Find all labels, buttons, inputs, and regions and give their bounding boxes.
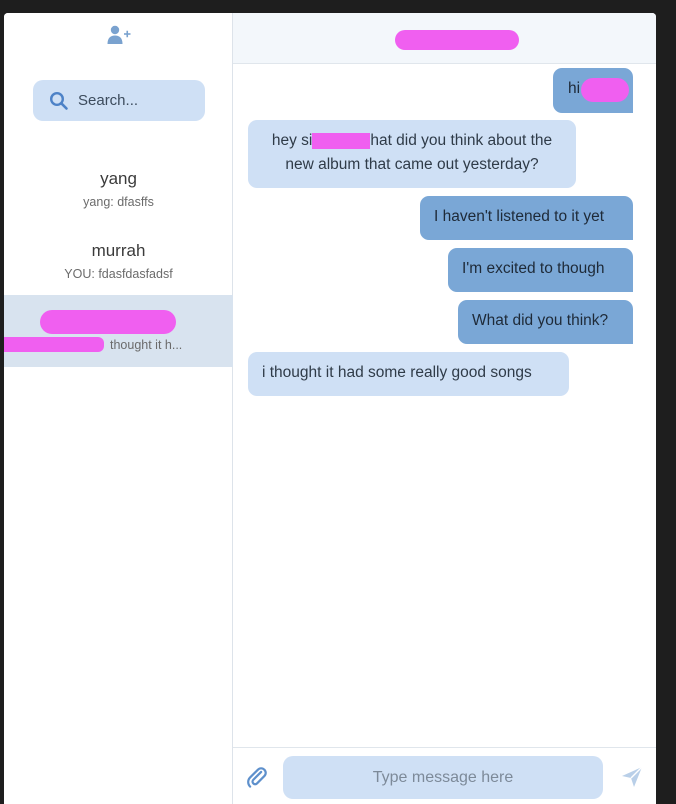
message-text: hi [568,80,581,97]
redaction-mark [40,310,176,334]
redaction-mark [312,132,371,149]
chat-window: yang yang: dfasffs murrah YOU: fdasfdasf… [4,13,656,804]
conversation-item-active[interactable]: thought it h... [4,295,233,367]
search-box[interactable] [33,80,205,121]
message-received: hey si hat did you think about the new al… [248,120,576,188]
message-text: I'm excited to though [462,260,605,277]
sidebar: yang yang: dfasffs murrah YOU: fdasfdasf… [4,13,233,804]
message-text: I haven't listened to it yet [434,208,605,225]
message-text: What did you think? [472,312,609,329]
message-text: new album that came out yesterday? [285,156,539,173]
message-received: i thought it had some really good songs [248,352,569,396]
search-input[interactable] [78,92,188,109]
message-text-line: hey si hat did you think about the [256,129,568,153]
conversation-name: murrah [91,241,146,260]
redaction-mark [4,337,104,352]
search-icon [49,91,68,110]
redaction-mark [581,78,629,102]
add-user-icon[interactable] [107,25,131,45]
message-input[interactable] [283,756,603,799]
redaction-mark [395,30,519,50]
conversation-preview: YOU: fdasfdasfadsf [64,267,173,281]
message-sent: hi [553,68,633,113]
conversation-preview: thought it h... [110,338,183,352]
conversation-item[interactable]: murrah YOU: fdasfdasfadsf [4,230,233,302]
message-text: hat did you think about the [370,132,553,149]
message-sent: I haven't listened to it yet [420,196,633,240]
message-composer [233,747,656,804]
conversation-item[interactable]: yang yang: dfasffs [4,158,233,230]
send-icon[interactable] [620,765,644,789]
message-sent: I'm excited to though [448,248,633,292]
message-text: hey si [271,132,313,149]
message-text: i thought it had some really good songs [262,364,532,381]
message-sent: What did you think? [458,300,633,344]
conversation-name: yang [100,169,137,188]
chat-panel: hi hey si hat did you think about the new… [233,13,656,804]
paperclip-icon[interactable] [246,766,268,788]
conversation-preview: yang: dfasffs [83,195,154,209]
chat-header [233,13,656,64]
